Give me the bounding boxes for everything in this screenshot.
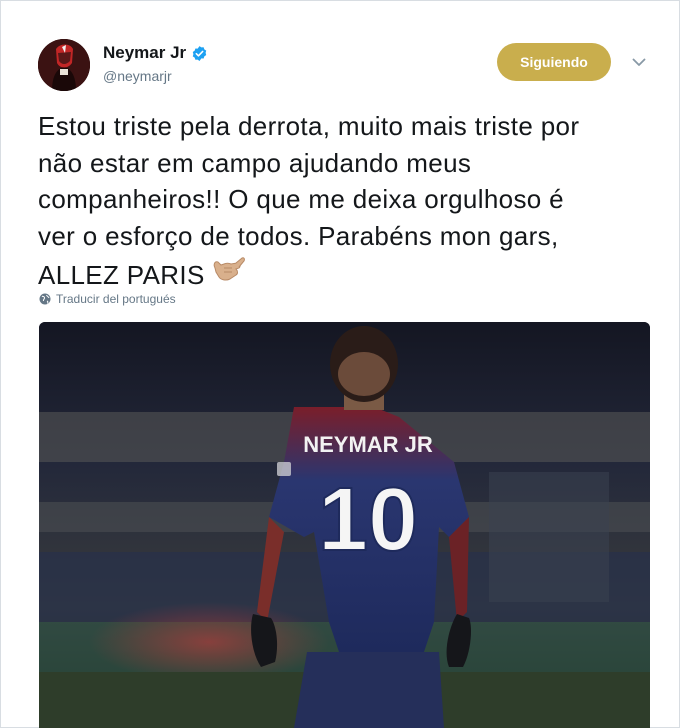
- jersey-name: NEYMAR JR: [303, 432, 433, 457]
- tweet-text-line: não estar em campo ajudando meus: [38, 147, 472, 178]
- tweet-text-line-last: ALLEZ PARIS: [38, 254, 658, 296]
- tweet-text-line: Estou triste pela derrota, muito mais tr…: [38, 111, 580, 141]
- call-me-hand-emoji-icon: [211, 254, 245, 296]
- tweet-text: Estou triste pela derrota, muito mais tr…: [38, 108, 658, 296]
- player-photo: NEYMAR JR 10: [39, 322, 650, 728]
- globe-icon: [39, 293, 51, 305]
- following-button[interactable]: Siguiendo: [497, 43, 611, 81]
- author-display-name[interactable]: Neymar Jr: [103, 43, 186, 63]
- more-options-button[interactable]: [630, 55, 648, 69]
- author-handle[interactable]: @neymarjr: [103, 68, 172, 84]
- tweet-text-line: ver o esforço de todos. Parabéns mon gar…: [38, 220, 559, 251]
- jersey-number: 10: [318, 470, 418, 570]
- translate-label[interactable]: Traducir del portugués: [56, 292, 176, 306]
- chevron-down-icon: [632, 58, 646, 66]
- tweet-media-image[interactable]: NEYMAR JR 10: [39, 322, 650, 728]
- avatar[interactable]: [38, 39, 90, 91]
- tweet-text-line: companheiros!! O que me deixa orgulhoso …: [38, 184, 564, 214]
- avatar-image: [38, 39, 90, 91]
- tweet-text-line: ALLEZ PARIS: [38, 259, 205, 290]
- author-name-row[interactable]: Neymar Jr: [103, 43, 208, 63]
- translate-link[interactable]: Traducir del portugués: [39, 292, 176, 306]
- verified-badge-icon: [191, 45, 208, 62]
